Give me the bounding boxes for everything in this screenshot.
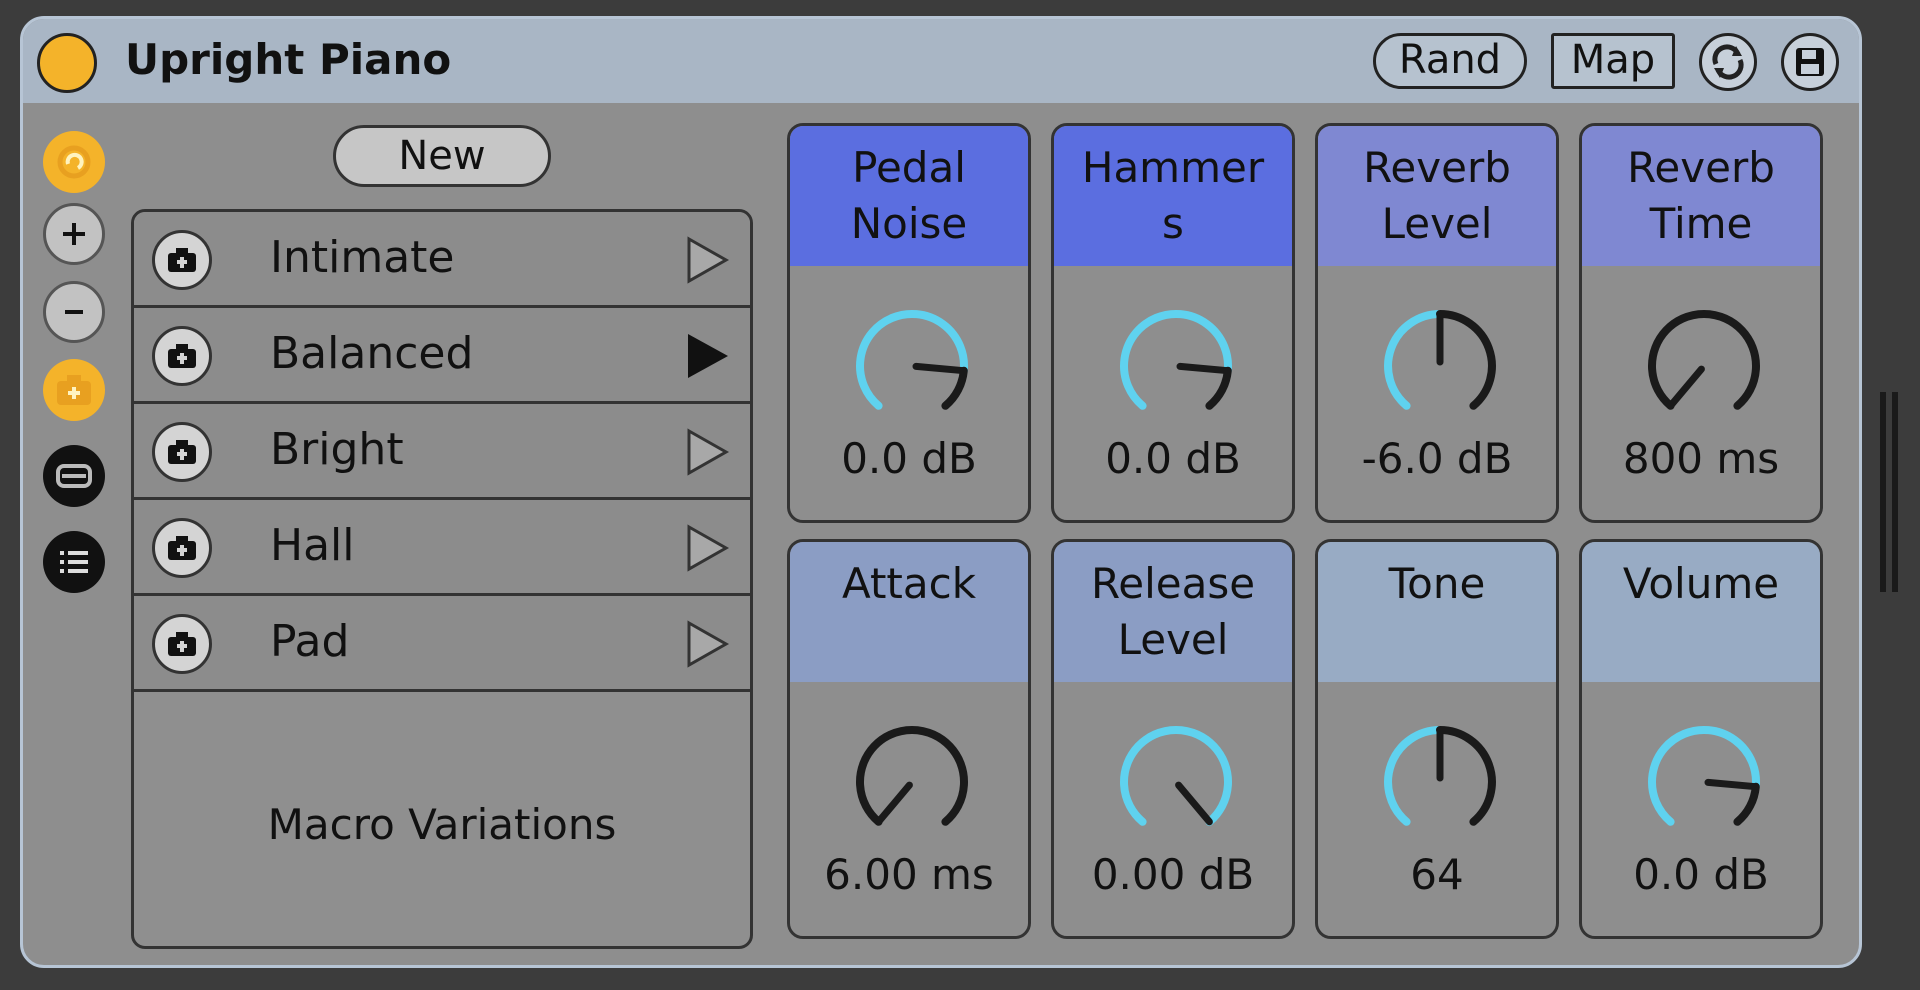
macro-knob[interactable]: Reverb Level -6.0 dB	[1315, 123, 1559, 523]
play-icon	[687, 620, 730, 668]
camera-icon	[168, 344, 196, 368]
macro-knob[interactable]: Reverb Time 800 ms	[1579, 123, 1823, 523]
macro-name: Attack	[790, 542, 1028, 682]
play-icon	[688, 334, 728, 378]
minus-icon[interactable]	[43, 281, 105, 343]
scrollbar[interactable]	[1880, 392, 1902, 592]
play-variation-button[interactable]	[684, 618, 732, 674]
knob-dial[interactable]	[1106, 712, 1246, 852]
swap-arrows-icon	[1712, 44, 1744, 80]
macro-knob[interactable]: Pedal Noise 0.0 dB	[787, 123, 1031, 523]
macro-name: Volume	[1582, 542, 1820, 682]
device-titlebar: Upright Piano Rand Map	[23, 19, 1859, 103]
variation-row[interactable]: Balanced	[134, 308, 750, 404]
play-icon	[687, 428, 730, 476]
macro-knob[interactable]: Tone 64	[1315, 539, 1559, 939]
macro-name: Reverb Time	[1582, 126, 1820, 266]
variation-label: Balanced	[270, 328, 474, 379]
play-variation-button[interactable]	[684, 234, 732, 290]
variations-list: Intimate Balanced Bright Hall Pad Macro Vari…	[131, 209, 753, 949]
macro-knob[interactable]: Attack 6.00 ms	[787, 539, 1031, 939]
variation-label: Hall	[270, 520, 355, 571]
macro-value: 64	[1410, 850, 1464, 899]
knob-dial[interactable]	[1106, 296, 1246, 436]
macro-name: Release Level	[1054, 542, 1292, 682]
macro-name: Tone	[1318, 542, 1556, 682]
play-variation-button[interactable]	[684, 330, 732, 386]
macro-value: 0.0 dB	[1105, 434, 1241, 483]
camera-icon[interactable]	[43, 359, 105, 421]
play-variation-button[interactable]	[684, 426, 732, 482]
hot-swap-button[interactable]	[1699, 33, 1757, 91]
macro-value: -6.0 dB	[1361, 434, 1513, 483]
variation-label: Bright	[270, 424, 404, 475]
variation-label: Intimate	[270, 232, 455, 283]
capture-variation-button[interactable]	[152, 230, 212, 290]
play-variation-button[interactable]	[684, 522, 732, 578]
macro-name: Reverb Level	[1318, 126, 1556, 266]
knob-dial[interactable]	[842, 296, 982, 436]
variation-row[interactable]: Pad	[134, 596, 750, 692]
capture-variation-button[interactable]	[152, 518, 212, 578]
macro-variations-label: Macro Variations	[267, 800, 617, 849]
macro-value: 0.0 dB	[841, 434, 977, 483]
capture-variation-button[interactable]	[152, 326, 212, 386]
macro-value: 0.0 dB	[1633, 850, 1769, 899]
new-variation-button[interactable]: New	[333, 125, 551, 187]
device-panel: Upright Piano Rand Map New Intimate Bala…	[20, 16, 1862, 968]
knob-dial[interactable]	[1634, 712, 1774, 852]
variation-row[interactable]: Intimate	[134, 212, 750, 308]
variation-label: Pad	[270, 616, 350, 667]
map-button[interactable]: Map	[1551, 33, 1675, 89]
knob-dial[interactable]	[842, 712, 982, 852]
camera-icon	[168, 248, 196, 272]
macro-variations-icon[interactable]	[43, 445, 105, 507]
save-icon	[1796, 48, 1824, 76]
camera-icon	[168, 632, 196, 656]
variation-row[interactable]: Bright	[134, 404, 750, 500]
capture-variation-button[interactable]	[152, 614, 212, 674]
macro-name: Pedal Noise	[790, 126, 1028, 266]
macro-value: 6.00 ms	[824, 850, 994, 899]
hot-swap-icon[interactable]	[43, 131, 105, 193]
play-icon	[687, 236, 730, 284]
plus-icon[interactable]	[43, 203, 105, 265]
macro-value: 800 ms	[1622, 434, 1780, 483]
knob-dial[interactable]	[1634, 296, 1774, 436]
variation-row[interactable]: Hall	[134, 500, 750, 596]
camera-icon	[168, 536, 196, 560]
device-power-button[interactable]	[37, 33, 97, 93]
list-icon[interactable]	[43, 531, 105, 593]
camera-icon	[168, 440, 196, 464]
macro-knob[interactable]: Hammer s 0.0 dB	[1051, 123, 1295, 523]
knob-dial[interactable]	[1370, 296, 1510, 436]
device-title: Upright Piano	[125, 35, 452, 84]
macro-knob[interactable]: Release Level 0.00 dB	[1051, 539, 1295, 939]
macro-name: Hammer s	[1054, 126, 1292, 266]
play-icon	[687, 524, 730, 572]
capture-variation-button[interactable]	[152, 422, 212, 482]
macro-value: 0.00 dB	[1091, 850, 1255, 899]
macro-knob[interactable]: Volume 0.0 dB	[1579, 539, 1823, 939]
save-preset-button[interactable]	[1781, 33, 1839, 91]
knob-dial[interactable]	[1370, 712, 1510, 852]
rand-button[interactable]: Rand	[1373, 33, 1527, 89]
